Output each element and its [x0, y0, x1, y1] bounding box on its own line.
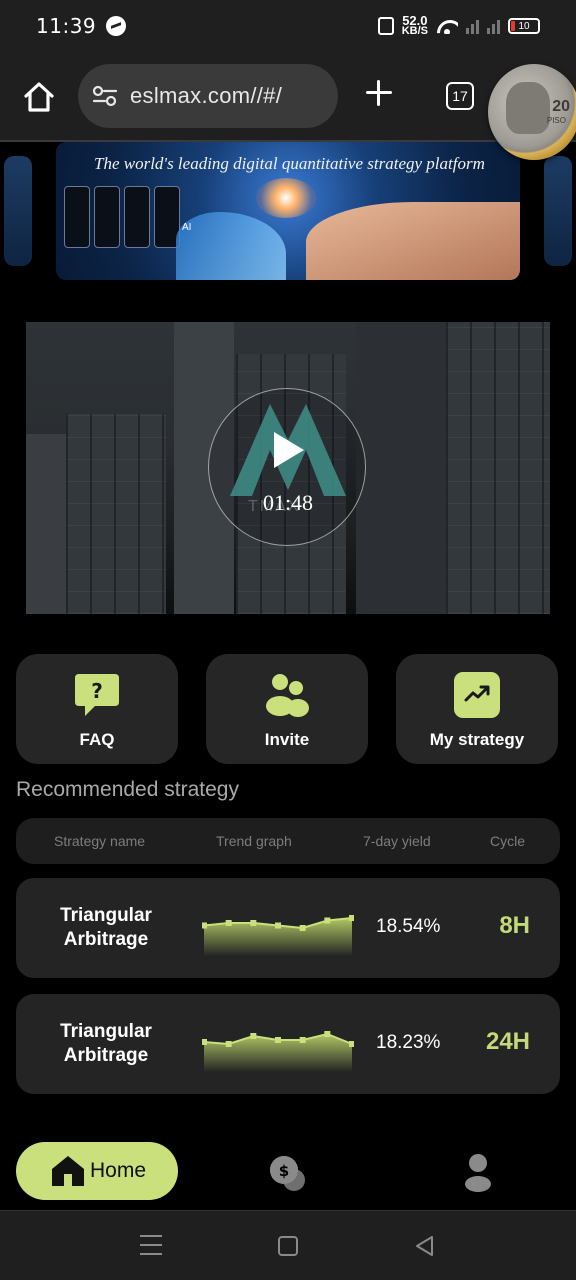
invite-button[interactable]: Invite — [206, 654, 368, 764]
trend-point — [275, 922, 281, 929]
nav-profile[interactable] — [462, 1152, 494, 1192]
faq-label: FAQ — [79, 730, 115, 749]
signal-icon-2 — [487, 18, 500, 34]
trend-point — [275, 1037, 281, 1043]
trend-point — [202, 922, 207, 929]
battery-icon: 10 — [508, 18, 540, 34]
home-icon — [52, 1156, 84, 1186]
column-header: 7-day yield — [363, 833, 431, 849]
column-header: Cycle — [490, 833, 526, 849]
invite-label: Invite — [264, 730, 310, 749]
trend-point — [225, 920, 232, 926]
strategy-row[interactable]: Triangular Arbitrage 18.23% 24H — [16, 994, 560, 1094]
banner-carousel[interactable]: The world's leading digital quantitative… — [0, 142, 576, 282]
back-icon[interactable] — [414, 1235, 436, 1257]
faq-button[interactable]: ? FAQ — [16, 654, 178, 764]
trend-point — [299, 925, 306, 931]
trend-point — [250, 920, 257, 926]
recent-apps-button[interactable] — [140, 1235, 162, 1255]
strategy-yield: 18.23% — [376, 1032, 441, 1053]
strategy-name: Triangular Arbitrage — [60, 905, 152, 950]
strategy-name: Triangular Arbitrage — [60, 1021, 152, 1066]
trend-sparkline — [202, 915, 354, 956]
url-text: eslmax.com//#/ — [130, 83, 283, 108]
coin-overlay-image: 20 PISO — [488, 64, 576, 160]
phones-illustration — [64, 186, 180, 248]
signal-icon — [466, 18, 479, 34]
trend-point — [299, 1037, 306, 1043]
wifi-icon — [436, 18, 458, 34]
banner-slide[interactable]: The world's leading digital quantitative… — [56, 142, 520, 280]
my-strategy-button[interactable]: My strategy — [396, 654, 558, 764]
new-tab-button[interactable] — [364, 78, 394, 108]
messenger-icon — [106, 16, 127, 36]
nav-assets[interactable]: $ — [268, 1154, 308, 1192]
trend-point — [324, 1031, 331, 1037]
banner-next-slide[interactable] — [544, 156, 572, 266]
question-bubble-icon: ? — [75, 674, 119, 716]
trend-sparkline — [202, 1031, 354, 1072]
video-player[interactable]: TMAX 01:48 — [26, 322, 550, 614]
banner-ai-label: AI — [182, 222, 192, 233]
strategy-cycle: 8H — [499, 912, 530, 939]
touch-glow — [256, 178, 316, 218]
human-hand-illustration — [306, 202, 520, 280]
svg-text:$: $ — [279, 1162, 289, 1180]
trend-point — [349, 915, 354, 921]
trend-point — [225, 1041, 232, 1047]
browser-home-button[interactable] — [22, 80, 56, 114]
banner-title: The world's leading digital quantitative… — [94, 154, 485, 173]
vibrate-icon — [377, 17, 394, 35]
table-header: Strategy name Trend graph 7-day yield Cy… — [16, 818, 560, 864]
trend-point — [349, 1041, 354, 1047]
play-icon[interactable] — [274, 432, 304, 468]
strategy-row[interactable]: Triangular Arbitrage 18.54% 8H — [16, 878, 560, 978]
home-icon — [24, 82, 54, 112]
coins-icon: $ — [270, 1156, 305, 1191]
trend-point — [250, 1033, 257, 1039]
network-speed: 52.0 KB/S — [401, 13, 428, 37]
nav-home-label: Home — [90, 1159, 147, 1182]
user-icon — [465, 1154, 491, 1192]
tab-switcher-button[interactable]: 17 — [446, 82, 474, 110]
svg-text:?: ? — [91, 679, 103, 703]
trend-point — [324, 917, 331, 924]
status-icons: 52.0 KB/S 10 — [377, 13, 540, 37]
system-home-button[interactable] — [278, 1236, 298, 1256]
banner-prev-slide[interactable] — [4, 156, 32, 266]
trend-point — [202, 1039, 207, 1045]
strategy-yield: 18.54% — [376, 916, 441, 937]
tab-count: 17 — [452, 88, 468, 104]
trend-chart-icon — [454, 672, 500, 718]
column-header: Strategy name — [54, 833, 146, 849]
robot-hand-illustration — [176, 212, 286, 280]
section-title: Recommended strategy — [16, 778, 239, 801]
bottom-nav: Home $ — [0, 1130, 576, 1210]
status-time: 11:39 — [36, 14, 97, 38]
site-settings-icon[interactable] — [92, 85, 118, 107]
video-duration: 01:48 — [262, 490, 314, 515]
column-header: Trend graph — [216, 833, 292, 849]
users-icon — [266, 674, 309, 717]
nav-home[interactable]: Home — [16, 1142, 178, 1200]
my-strategy-label: My strategy — [429, 730, 525, 749]
status-bar: 11:39 52.0 KB/S 10 — [0, 0, 576, 52]
address-bar[interactable]: eslmax.com//#/ — [78, 64, 338, 128]
strategy-cycle: 24H — [485, 1028, 530, 1055]
system-nav-bar — [0, 1210, 576, 1280]
